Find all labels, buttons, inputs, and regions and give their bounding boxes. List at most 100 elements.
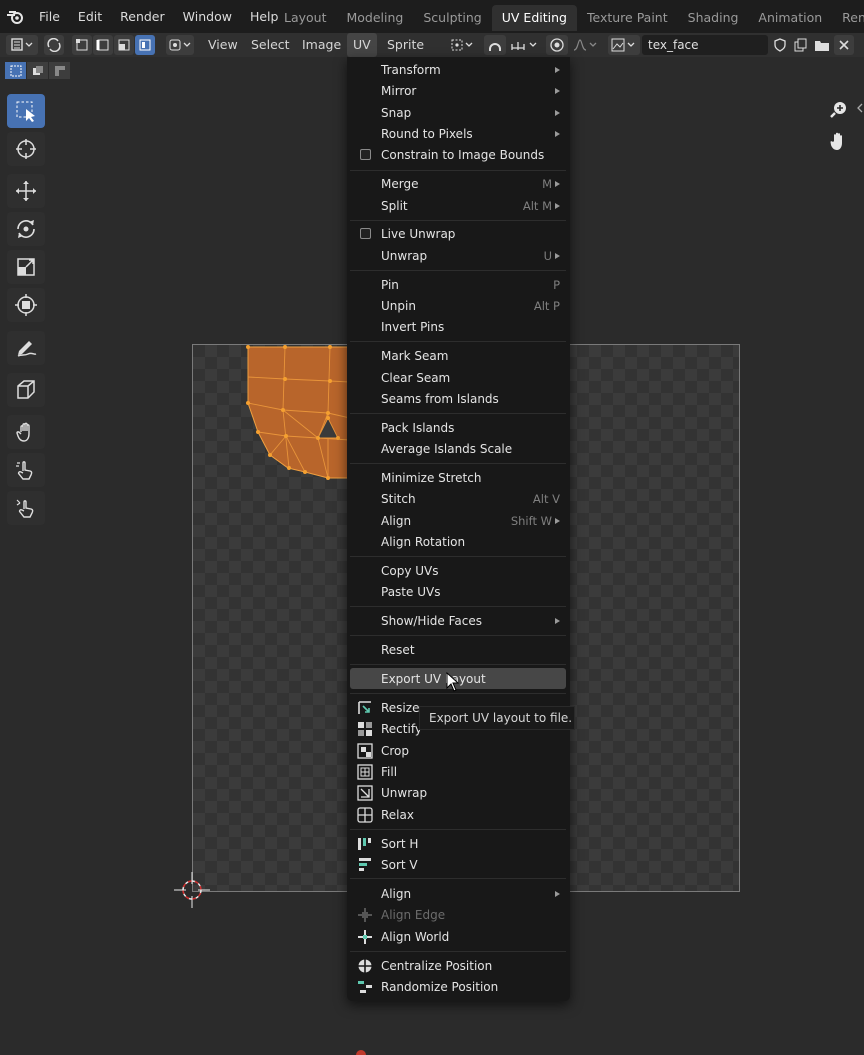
menu-file[interactable]: File (30, 0, 69, 33)
menu-item-mirror[interactable]: Mirror (350, 80, 566, 101)
tab-sculpting[interactable]: Sculpting (413, 5, 491, 31)
open-image-folder-icon[interactable] (812, 35, 832, 55)
menu-item-merge[interactable]: Merge M (350, 173, 566, 194)
sticky-selection-icon[interactable] (166, 35, 194, 55)
menu-item-copy-uvs[interactable]: Copy UVs (350, 560, 566, 581)
sidebar-toggle-icon[interactable] (856, 102, 864, 114)
menu-item-align-edge[interactable]: Align Edge (350, 904, 566, 925)
menu-item-minimize-stretch[interactable]: Minimize Stretch (350, 467, 566, 488)
menu-window[interactable]: Window (174, 0, 241, 33)
menu-uv[interactable]: UV (347, 33, 377, 57)
tool-rotate-icon[interactable] (7, 212, 45, 246)
submenu-arrow-icon (555, 517, 560, 524)
tool-scale-icon[interactable] (7, 250, 45, 284)
menu-item-crop[interactable]: Crop (350, 740, 566, 761)
tool-grab-icon[interactable] (7, 415, 45, 449)
menu-item-pin[interactable]: Pin P (350, 274, 566, 295)
tool-select-box-icon[interactable] (7, 94, 45, 128)
menu-item-relax[interactable]: Relax (350, 804, 566, 825)
menu-item-average-islands-scale[interactable]: Average Islands Scale (350, 438, 566, 459)
menu-sprite[interactable]: Sprite (385, 33, 426, 57)
menu-item-sort-v[interactable]: Sort V (350, 854, 566, 875)
image-name-field[interactable]: tex_face (642, 35, 768, 55)
tool-annotate-icon[interactable] (7, 331, 45, 365)
uv-island-mesh[interactable] (240, 340, 350, 490)
image-browse-icon[interactable] (608, 35, 640, 55)
menu-item-label: Align (381, 513, 412, 528)
menu-item-round-to-pixels[interactable]: Round to Pixels (350, 123, 566, 144)
snap-icon[interactable] (484, 35, 506, 55)
new-image-icon[interactable] (791, 35, 811, 55)
menu-item-centralize-position[interactable]: Centralize Position (350, 955, 566, 976)
select-new-icon[interactable] (5, 62, 26, 79)
face-select-icon[interactable] (114, 35, 134, 55)
proportional-editing-icon[interactable] (546, 35, 568, 55)
menu-item-live-unwrap[interactable]: Live Unwrap (350, 223, 566, 244)
tool-relax-icon[interactable] (7, 453, 45, 487)
menu-item-fill[interactable]: Fill (350, 761, 566, 782)
close-image-icon[interactable] (834, 35, 854, 55)
menu-item-paste-uvs[interactable]: Paste UVs (350, 581, 566, 602)
falloff-icon[interactable] (570, 35, 600, 55)
menu-item-mark-seam[interactable]: Mark Seam (350, 345, 566, 366)
tab-texture-paint[interactable]: Texture Paint (577, 5, 678, 31)
pivot-point-icon[interactable] (448, 35, 476, 55)
tab-animation[interactable]: Animation (748, 5, 832, 31)
pan-view-hand-icon[interactable] (826, 128, 852, 154)
tool-cursor-icon[interactable] (7, 132, 45, 166)
menu-item-split[interactable]: Split Alt M (350, 195, 566, 216)
tab-shading[interactable]: Shading (678, 5, 749, 31)
snap-target-icon[interactable] (508, 35, 540, 55)
tool-rip-icon[interactable] (7, 373, 45, 407)
menu-render[interactable]: Render (111, 0, 174, 33)
menu-image[interactable]: Image (300, 33, 343, 57)
menu-item-snap[interactable]: Snap (350, 102, 566, 123)
menu-item-stitch[interactable]: Stitch Alt V (350, 488, 566, 509)
menu-item-invert-pins[interactable]: Invert Pins (350, 316, 566, 337)
menu-select[interactable]: Select (249, 33, 292, 57)
tab-rendering[interactable]: Rendering (832, 5, 864, 31)
menu-item-show-hide-faces[interactable]: Show/Hide Faces (350, 610, 566, 631)
menu-edit[interactable]: Edit (69, 0, 111, 33)
tab-uv-editing[interactable]: UV Editing (491, 5, 577, 31)
tab-layout[interactable]: Layout (274, 5, 337, 31)
editor-type-icon[interactable] (6, 35, 38, 55)
checkbox-icon[interactable] (356, 146, 374, 164)
menu-item-align[interactable]: Align Shift W (350, 510, 566, 531)
select-extend-icon[interactable] (27, 62, 48, 79)
island-select-icon[interactable] (135, 35, 155, 55)
menu-item-reset[interactable]: Reset (350, 639, 566, 660)
tool-pinch-icon[interactable] (7, 491, 45, 525)
tab-modeling[interactable]: Modeling (337, 5, 414, 31)
menu-item-unwrap[interactable]: Unwrap (350, 782, 566, 803)
menu-item-label: Seams from Islands (381, 391, 499, 406)
menu-item-unpin[interactable]: Unpin Alt P (350, 295, 566, 316)
menu-item-align[interactable]: Align (350, 883, 566, 904)
tool-transform-icon[interactable] (7, 288, 45, 322)
2d-cursor-icon[interactable] (172, 870, 212, 910)
menu-item-constrain-to-image-bounds[interactable]: Constrain to Image Bounds (350, 144, 566, 165)
menu-item-clear-seam[interactable]: Clear Seam (350, 367, 566, 388)
checkbox-icon[interactable] (356, 225, 374, 243)
menu-item-unwrap[interactable]: Unwrap U (350, 245, 566, 266)
fake-user-shield-icon[interactable] (770, 35, 790, 55)
menu-item-pack-islands[interactable]: Pack Islands (350, 417, 566, 438)
menu-item-transform[interactable]: Transform (350, 59, 566, 80)
menu-item-label: Unpin (381, 298, 416, 313)
menu-view[interactable]: View (206, 33, 240, 57)
menu-item-label: Align Rotation (381, 534, 466, 549)
edge-select-icon[interactable] (93, 35, 113, 55)
menu-item-sort-h[interactable]: Sort H (350, 833, 566, 854)
menu-item-align-world[interactable]: Align World (350, 926, 566, 947)
sync-selection-icon[interactable] (44, 35, 64, 55)
menu-item-randomize-position[interactable]: Randomize Position (350, 976, 566, 997)
vertex-select-icon[interactable] (72, 35, 92, 55)
menu-item-align-rotation[interactable]: Align Rotation (350, 531, 566, 552)
menu-item-seams-from-islands[interactable]: Seams from Islands (350, 388, 566, 409)
zoom-view-icon[interactable] (826, 96, 852, 122)
relax-icon (356, 806, 374, 824)
tool-move-icon[interactable] (7, 174, 45, 208)
blender-logo-icon[interactable] (0, 0, 30, 33)
menu-item-label: Constrain to Image Bounds (381, 147, 545, 162)
select-subtract-icon[interactable] (49, 62, 70, 79)
